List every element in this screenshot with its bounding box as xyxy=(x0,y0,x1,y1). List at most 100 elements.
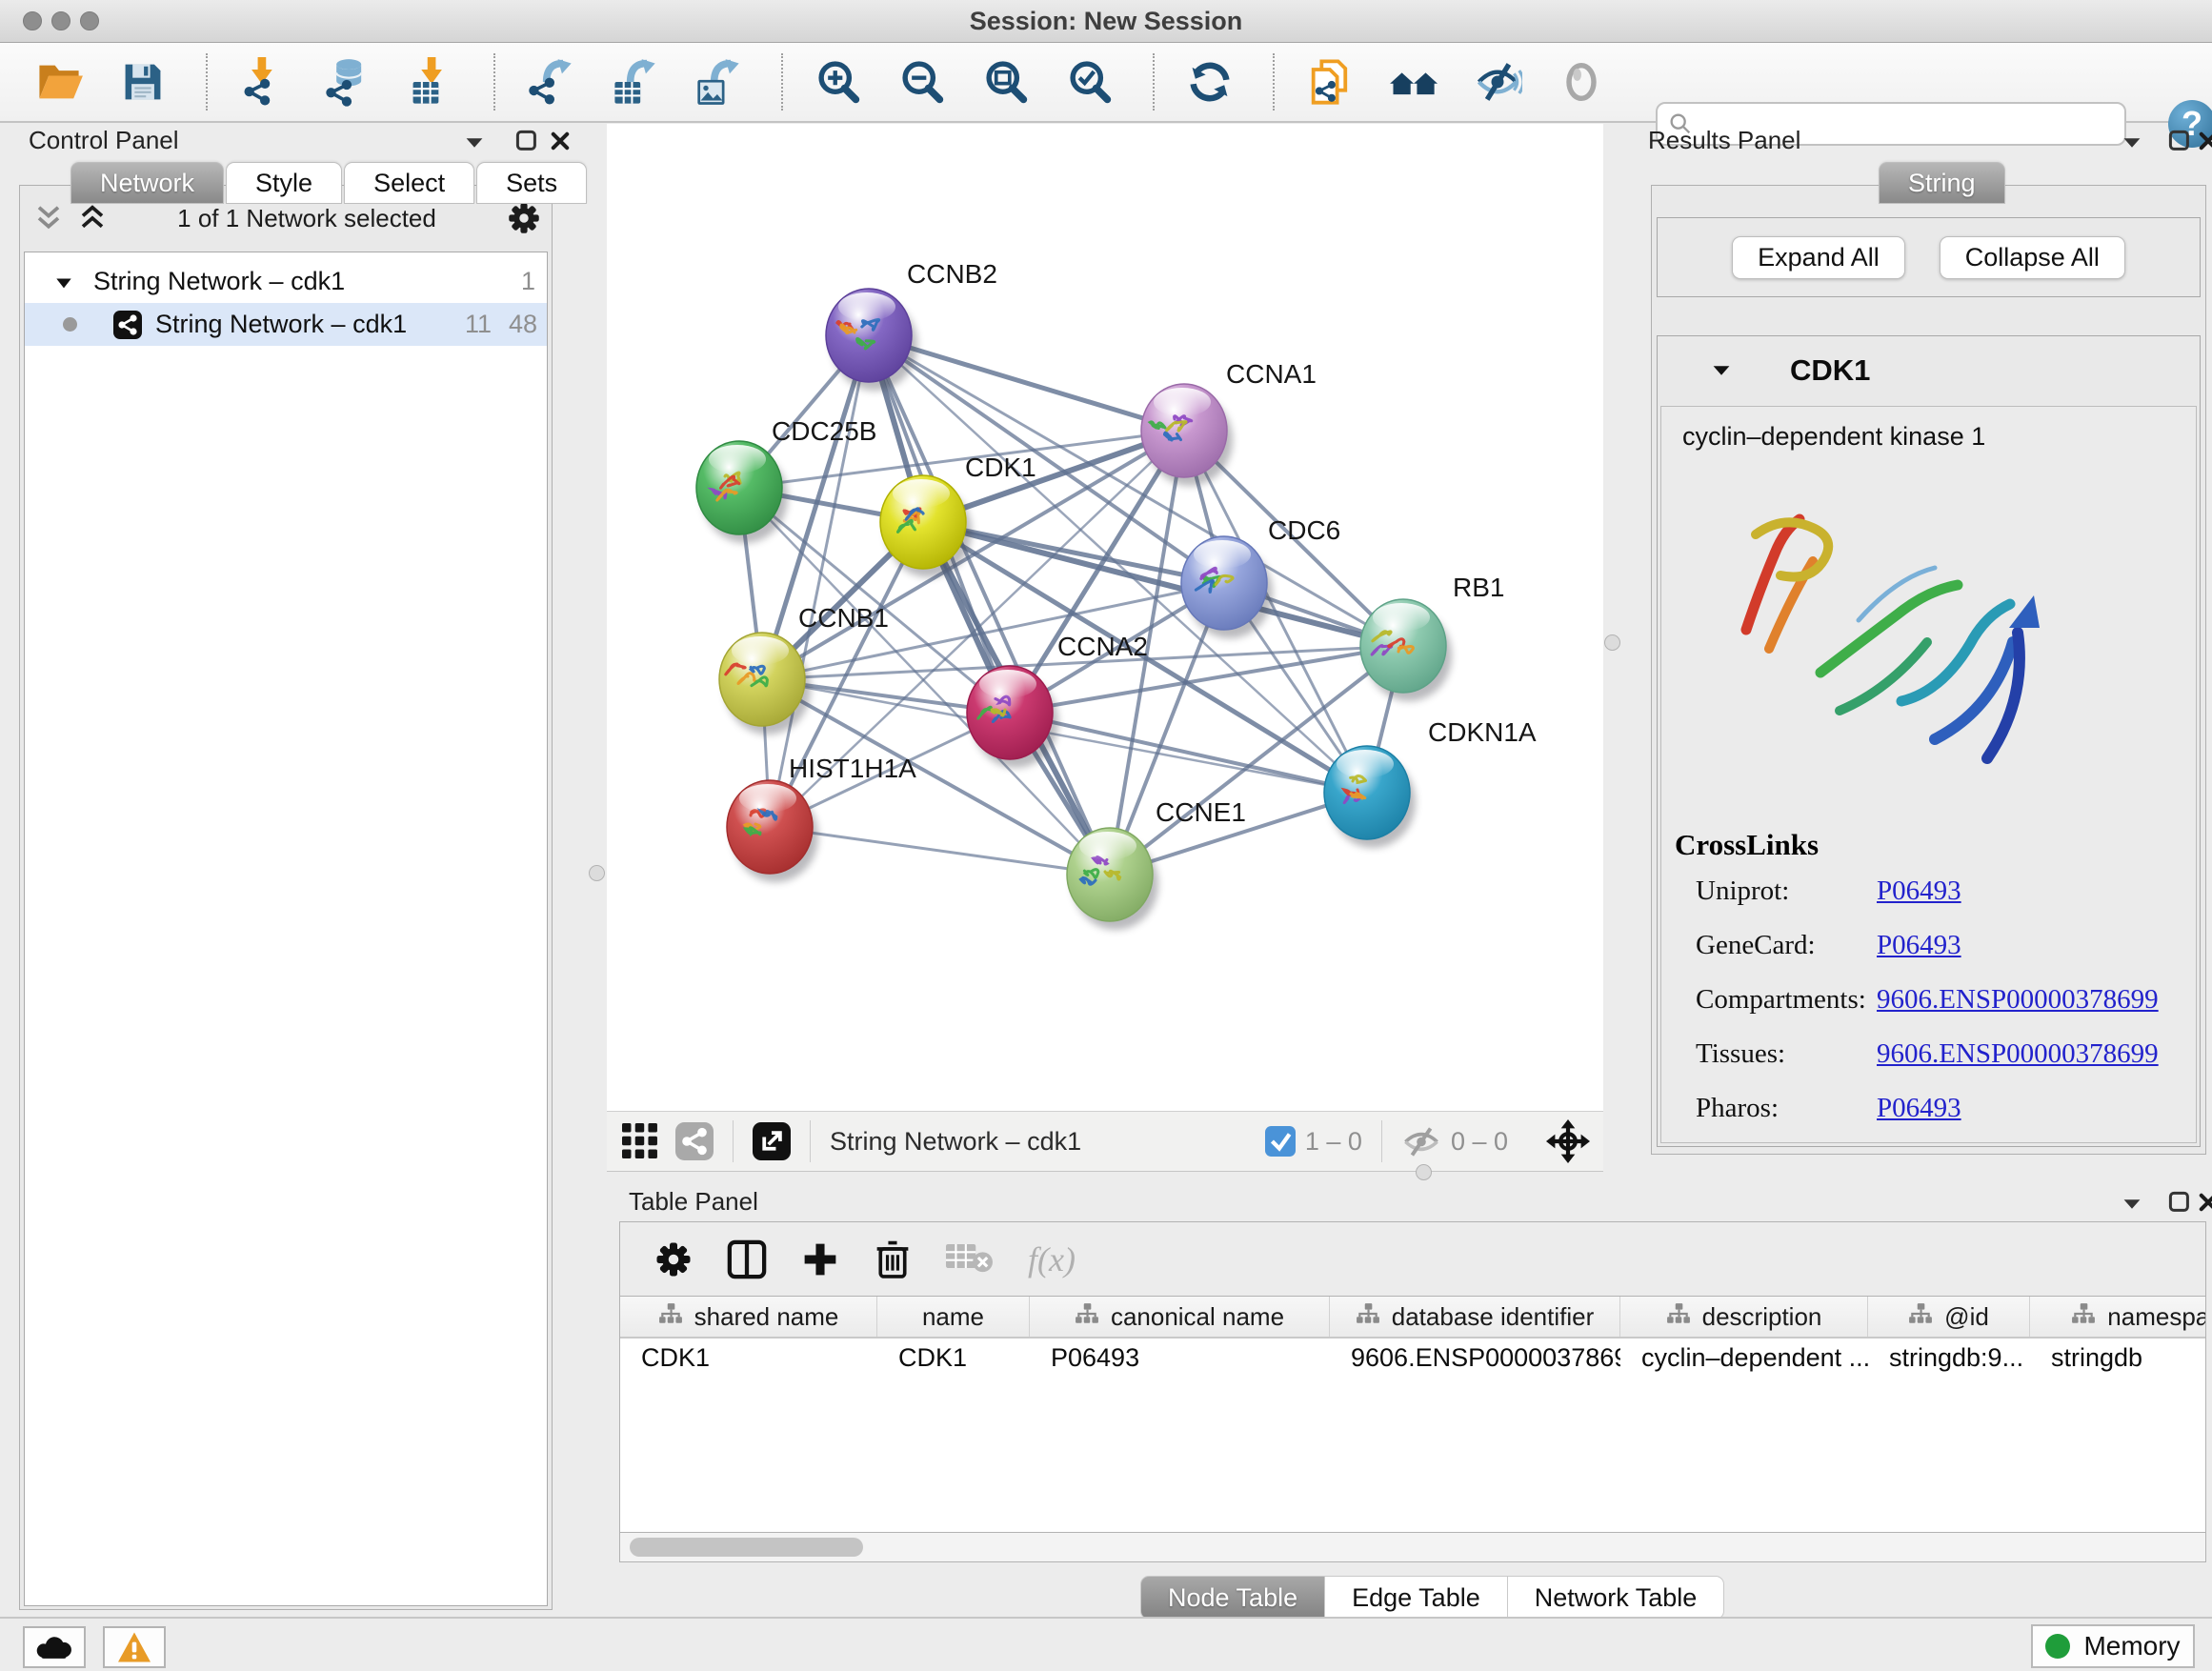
network-graph[interactable]: CCNB2CCNA1CDC25BCDK1CDC6RB1CCNB1CCNA2CDK… xyxy=(607,124,1603,1111)
network-node-RB1[interactable]: RB1 xyxy=(1360,573,1504,701)
apply-layout-icon[interactable] xyxy=(1185,57,1235,107)
expand-all-icon[interactable] xyxy=(78,204,107,232)
results-panel-maximize-icon[interactable] xyxy=(2168,130,2191,152)
crosslink-value-link[interactable]: 9606.ENSP00000378699 xyxy=(1877,984,2159,1016)
create-column-plus-icon[interactable] xyxy=(801,1240,839,1278)
first-neighbors-icon[interactable] xyxy=(1389,57,1438,107)
warning-button[interactable] xyxy=(103,1626,166,1668)
results-panel-close-icon[interactable] xyxy=(2197,130,2212,152)
export-image-icon[interactable] xyxy=(694,57,743,107)
table-panel-maximize-icon[interactable] xyxy=(2168,1191,2191,1214)
hide-selected-icon[interactable] xyxy=(1473,57,1522,107)
open-in-window-icon[interactable] xyxy=(753,1122,791,1160)
memory-button[interactable]: Memory xyxy=(2031,1624,2195,1668)
network-options-gear-icon[interactable] xyxy=(507,201,541,235)
column-header-namespace[interactable]: namespace xyxy=(2030,1297,2206,1337)
tab-network[interactable]: Network xyxy=(70,162,224,204)
left-splitter-handle[interactable] xyxy=(589,865,605,881)
table-header-row: shared name name canonical namedatabase id… xyxy=(620,1297,2205,1339)
network-collection-row[interactable]: String Network – cdk1 1 xyxy=(25,260,547,303)
shared-column-icon xyxy=(658,1301,683,1333)
column-header-canonical-name[interactable]: canonical name xyxy=(1030,1297,1330,1337)
network-canvas[interactable]: CCNB2CCNA1CDC25BCDK1CDC6RB1CCNB1CCNA2CDK… xyxy=(607,124,1603,1111)
import-network-icon[interactable] xyxy=(238,57,288,107)
crosslink-label: Pharos: xyxy=(1696,1093,1877,1124)
network-edge[interactable] xyxy=(1010,713,1367,793)
birds-eye-grid-icon[interactable] xyxy=(622,1123,658,1159)
clone-network-icon[interactable] xyxy=(1305,57,1355,107)
node-label: CCNA1 xyxy=(1226,359,1317,389)
network-node-CDC6[interactable]: CDC6 xyxy=(1181,515,1340,638)
cloud-button[interactable] xyxy=(23,1626,86,1668)
crosslink-row: Pharos:P06493 xyxy=(1696,1087,2191,1129)
network-node-CCNA1[interactable]: CCNA1 xyxy=(1141,359,1317,486)
table-row[interactable]: CDK1CDK1P064939606.ENSP00000378699cyclin… xyxy=(620,1339,2205,1377)
selected-checkbox-icon[interactable] xyxy=(1265,1126,1296,1157)
show-columns-icon[interactable] xyxy=(727,1239,767,1279)
network-node-CDC25B[interactable]: CDC25B xyxy=(696,416,876,543)
cdk1-expander-icon[interactable] xyxy=(1710,359,1733,382)
tab-sets[interactable]: Sets xyxy=(476,162,587,204)
collapse-all-button[interactable]: Collapse All xyxy=(1940,236,2125,279)
export-network-icon[interactable] xyxy=(526,57,575,107)
crosslink-value-link[interactable]: P06493 xyxy=(1877,876,1961,907)
main-toolbar: ? xyxy=(0,43,2212,123)
tab-style[interactable]: Style xyxy=(226,162,342,204)
zoom-fit-icon[interactable] xyxy=(981,57,1031,107)
expand-all-button[interactable]: Expand All xyxy=(1732,236,1905,279)
tab-string[interactable]: String xyxy=(1879,162,2005,204)
network-node-CDK1[interactable]: CDK1 xyxy=(880,453,1036,577)
table-panel-close-icon[interactable] xyxy=(2197,1191,2212,1214)
network-node-CCNB1[interactable]: CCNB1 xyxy=(719,603,889,735)
table-panel-float-icon[interactable] xyxy=(2121,1193,2143,1216)
tab-edge-table[interactable]: Edge Table xyxy=(1324,1576,1508,1620)
scrollbar-thumb[interactable] xyxy=(630,1538,863,1557)
crosslinks-list: Uniprot:P06493GeneCard:P06493Compartment… xyxy=(1696,870,2191,1141)
import-table-icon[interactable] xyxy=(406,57,455,107)
export-table-icon[interactable] xyxy=(610,57,659,107)
zoom-selected-icon[interactable] xyxy=(1065,57,1115,107)
toolbar-separator xyxy=(781,53,783,111)
tab-select[interactable]: Select xyxy=(344,162,474,204)
show-all-icon[interactable] xyxy=(1557,57,1606,107)
column-label: description xyxy=(1702,1302,1822,1332)
zoom-in-icon[interactable] xyxy=(814,57,863,107)
pan-crosshair-icon[interactable] xyxy=(1546,1119,1590,1163)
network-edge[interactable] xyxy=(770,827,1110,875)
column-header-name[interactable]: name xyxy=(877,1297,1030,1337)
network-node-HIST1H1A[interactable]: HIST1H1A xyxy=(727,754,916,882)
zoom-out-icon[interactable] xyxy=(897,57,947,107)
crosslink-value-link[interactable]: P06493 xyxy=(1877,1093,1961,1124)
tab-network-table[interactable]: Network Table xyxy=(1507,1576,1725,1620)
crosslink-value-link[interactable]: 9606.ENSP00000378699 xyxy=(1877,1038,2159,1070)
crosslink-row: Compartments:9606.ENSP00000378699 xyxy=(1696,978,2191,1020)
right-splitter-handle[interactable] xyxy=(1604,634,1620,651)
open-file-icon[interactable] xyxy=(34,57,84,107)
column-label: name xyxy=(922,1302,984,1332)
table-options-gear-icon[interactable] xyxy=(654,1240,693,1278)
delete-column-trash-icon[interactable] xyxy=(874,1238,912,1280)
column-header-description[interactable]: description xyxy=(1620,1297,1868,1337)
tab-node-table[interactable]: Node Table xyxy=(1140,1576,1325,1620)
control-panel-maximize-icon[interactable] xyxy=(515,130,538,152)
network-row-selected[interactable]: String Network – cdk1 11 48 xyxy=(25,303,547,346)
results-panel-float-icon[interactable] xyxy=(2121,131,2143,154)
column-header-shared-name[interactable]: shared name xyxy=(620,1297,877,1337)
gene-name-heading: CDK1 xyxy=(1790,353,1870,388)
network-node-CCNE1[interactable]: CCNE1 xyxy=(1067,797,1246,930)
control-panel-float-icon[interactable] xyxy=(463,131,486,154)
collection-expander-icon[interactable] xyxy=(53,272,74,292)
network-node-CCNB2[interactable]: CCNB2 xyxy=(826,259,997,391)
column-header-database-identifier[interactable]: database identifier xyxy=(1330,1297,1620,1337)
bottom-splitter-handle[interactable] xyxy=(1416,1164,1432,1180)
import-network-database-icon[interactable] xyxy=(322,57,372,107)
save-session-icon[interactable] xyxy=(118,57,168,107)
control-panel-close-icon[interactable] xyxy=(549,130,572,152)
collapse-all-icon[interactable] xyxy=(34,204,63,232)
table-horizontal-scrollbar[interactable] xyxy=(619,1532,2206,1562)
column-header-@id[interactable]: @id xyxy=(1868,1297,2030,1337)
network-node-CDKN1A[interactable]: CDKN1A xyxy=(1324,717,1537,848)
string-network-icon[interactable] xyxy=(675,1122,714,1160)
column-label: shared name xyxy=(694,1302,839,1332)
crosslink-value-link[interactable]: P06493 xyxy=(1877,930,1961,961)
